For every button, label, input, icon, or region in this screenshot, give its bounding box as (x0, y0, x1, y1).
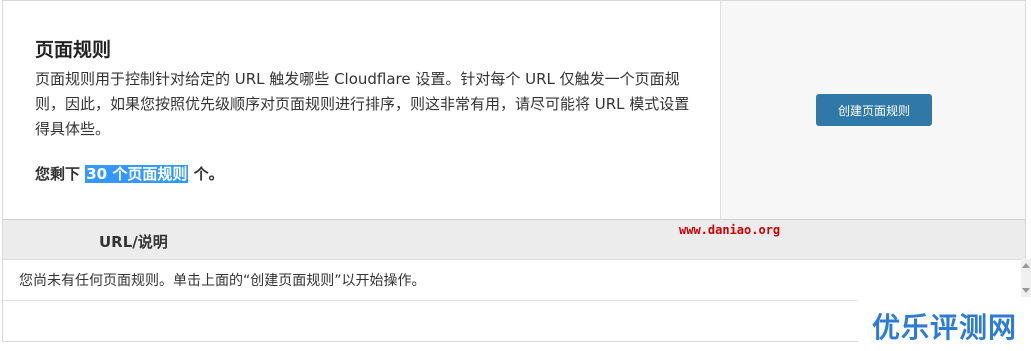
watermark-url: www.daniao.org (679, 223, 781, 237)
remaining-count-highlight: 30 个页面规则 (85, 165, 189, 183)
column-header-url[interactable]: URL/说明 (99, 231, 168, 252)
action-panel: 创建页面规则 (720, 1, 1025, 219)
page-description: 页面规则用于控制针对给定的 URL 触发哪些 Cloudflare 设置。针对每… (35, 70, 690, 138)
table-header: URL/说明 www.daniao.org (3, 220, 1025, 260)
remaining-prefix: 您剩下 (35, 165, 81, 183)
brand-watermark: 优乐评测网 (858, 297, 1031, 351)
remaining-rules-text: 您剩下 30 个页面规则 个。 (35, 163, 224, 184)
create-page-rule-button[interactable]: 创建页面规则 (816, 94, 932, 126)
table-scrollbar[interactable] (1021, 259, 1031, 297)
empty-state-message: 您尚未有任何页面规则。单击上面的“创建页面规则”以开始操作。 (19, 273, 426, 289)
remaining-suffix: 个。 (193, 165, 224, 183)
page-rules-card: 页面规则 页面规则用于控制针对给定的 URL 触发哪些 Cloudflare 设… (2, 0, 1026, 342)
page-rules-info: 页面规则 页面规则用于控制针对给定的 URL 触发哪些 Cloudflare 设… (3, 1, 720, 219)
brand-logo-text: 优乐评测网 (872, 311, 1018, 344)
page-rules-header: 页面规则 页面规则用于控制针对给定的 URL 触发哪些 Cloudflare 设… (3, 1, 1025, 219)
scroll-down-arrow-icon[interactable] (1022, 288, 1030, 293)
page-title: 页面规则 (35, 39, 112, 61)
table-row: 您尚未有任何页面规则。单击上面的“创建页面规则”以开始操作。 (3, 260, 1025, 301)
scroll-up-arrow-icon[interactable] (1022, 263, 1030, 268)
